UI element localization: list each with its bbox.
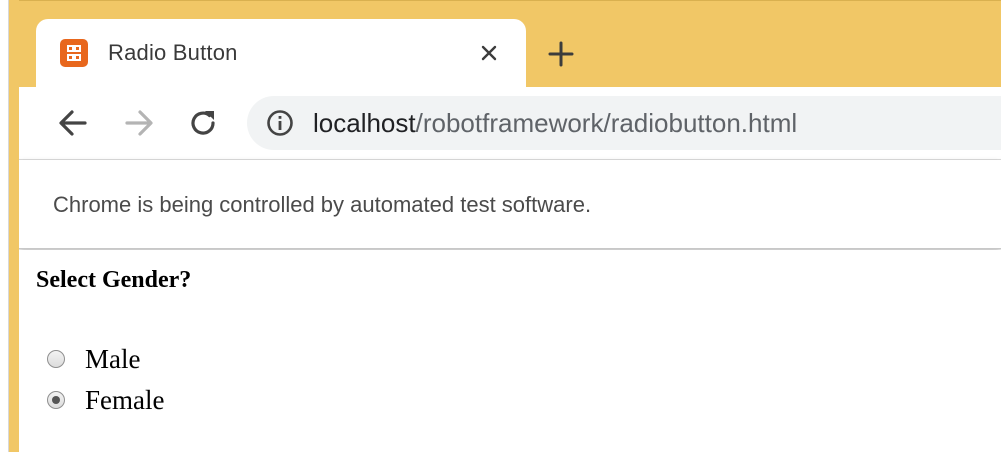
infobar-message: Chrome is being controlled by automated … bbox=[53, 192, 592, 217]
tab-title: Radio Button bbox=[108, 40, 238, 65]
page-heading: Select Gender? bbox=[36, 267, 192, 293]
browser-toolbar: localhost/robotframework/radiobutton.htm… bbox=[19, 87, 1001, 160]
screen-left-edge bbox=[0, 0, 9, 452]
address-bar[interactable]: localhost/robotframework/radiobutton.htm… bbox=[247, 96, 1001, 150]
tab-radio-button[interactable]: Radio Button bbox=[36, 19, 526, 88]
window-left-border bbox=[9, 0, 19, 452]
arrow-right-icon[interactable] bbox=[119, 103, 159, 143]
radio-female[interactable] bbox=[47, 391, 65, 409]
reload-icon[interactable] bbox=[183, 103, 223, 143]
url-host: localhost bbox=[313, 108, 416, 138]
radio-option-male[interactable]: Male bbox=[47, 343, 140, 375]
close-icon[interactable] bbox=[474, 38, 504, 68]
radio-label-male[interactable]: Male bbox=[85, 344, 140, 375]
radio-label-female[interactable]: Female bbox=[85, 385, 164, 416]
plus-icon[interactable] bbox=[544, 37, 578, 71]
url-path: /robotframework/radiobutton.html bbox=[415, 108, 798, 138]
xampp-icon bbox=[60, 39, 88, 67]
radio-option-female[interactable]: Female bbox=[47, 384, 164, 416]
browser-window: Radio Button localhost/robotframework/ra… bbox=[9, 0, 1001, 452]
radio-selected-dot bbox=[52, 396, 60, 404]
url-text: localhost/robotframework/radiobutton.htm… bbox=[313, 108, 797, 138]
radio-male[interactable] bbox=[47, 350, 65, 368]
tab-strip: Radio Button bbox=[9, 0, 1001, 88]
page-content: Select Gender? Male Female bbox=[19, 250, 1001, 452]
automation-infobar: Chrome is being controlled by automated … bbox=[19, 160, 1001, 249]
info-icon[interactable] bbox=[265, 108, 295, 138]
arrow-left-icon[interactable] bbox=[53, 103, 93, 143]
